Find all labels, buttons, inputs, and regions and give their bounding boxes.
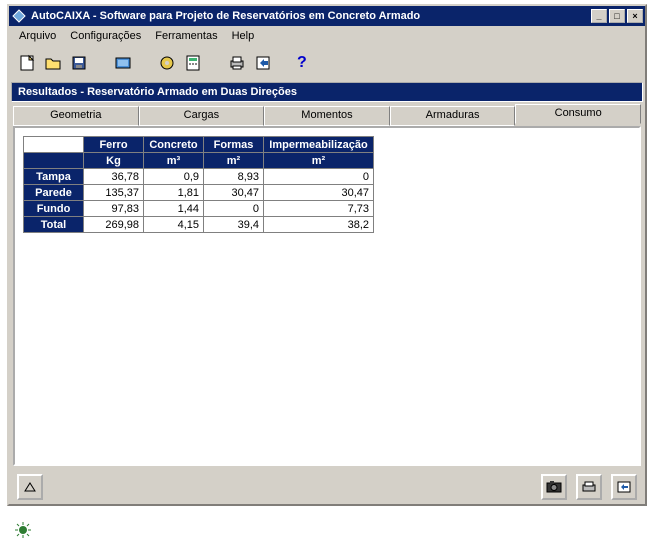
cell: 0 [204, 201, 264, 217]
unit-imperme: m² [264, 153, 374, 169]
cell: 0 [264, 169, 374, 185]
sun-status-icon [14, 521, 32, 539]
maximize-button[interactable]: □ [609, 9, 625, 23]
cell: 1,44 [144, 201, 204, 217]
row-fundo-label: Fundo [24, 201, 84, 217]
table-row: Total 269,98 4,15 39,4 38,2 [24, 217, 374, 233]
cell: 39,4 [204, 217, 264, 233]
calc-icon[interactable] [181, 51, 205, 75]
save-file-icon[interactable] [67, 51, 91, 75]
cell: 269,98 [84, 217, 144, 233]
cell: 30,47 [204, 185, 264, 201]
menu-configuracoes[interactable]: Configurações [64, 28, 147, 44]
results-header: Resultados - Reservatório Armado em Duas… [11, 82, 643, 102]
titlebar: AutoCAIXA - Software para Projeto de Res… [9, 6, 645, 26]
tab-momentos[interactable]: Momentos [264, 106, 390, 126]
camera-icon[interactable] [541, 474, 567, 500]
help-icon[interactable]: ? [297, 54, 307, 72]
open-file-icon[interactable] [41, 51, 65, 75]
cell: 4,15 [144, 217, 204, 233]
row-total-label: Total [24, 217, 84, 233]
cell: 97,83 [84, 201, 144, 217]
content-pane: Ferro Concreto Formas Impermeabilização … [13, 126, 641, 466]
tab-consumo[interactable]: Consumo [515, 104, 641, 124]
close-button[interactable]: × [627, 9, 643, 23]
unit-formas: m² [204, 153, 264, 169]
bottom-toolbar [9, 470, 645, 504]
row-tampa-label: Tampa [24, 169, 84, 185]
minimize-button[interactable]: _ [591, 9, 607, 23]
cell: 8,93 [204, 169, 264, 185]
cell: 7,73 [264, 201, 374, 217]
cell: 1,81 [144, 185, 204, 201]
up-triangle-button[interactable] [17, 474, 43, 500]
tab-cargas[interactable]: Cargas [139, 106, 265, 126]
project-icon[interactable] [111, 51, 135, 75]
table-row: Parede 135,37 1,81 30,47 30,47 [24, 185, 374, 201]
row-parede-label: Parede [24, 185, 84, 201]
col-formas: Formas [204, 137, 264, 153]
titlebar-text: AutoCAIXA - Software para Projeto de Res… [31, 10, 589, 22]
print-bottom-icon[interactable] [576, 474, 602, 500]
cell: 30,47 [264, 185, 374, 201]
tabstrip: Geometria Cargas Momentos Armaduras Cons… [13, 104, 641, 124]
menubar: Arquivo Configurações Ferramentas Help [9, 26, 645, 46]
col-ferro: Ferro [84, 137, 144, 153]
table-row: Fundo 97,83 1,44 0 7,73 [24, 201, 374, 217]
unit-ferro: Kg [84, 153, 144, 169]
consumo-table: Ferro Concreto Formas Impermeabilização … [23, 136, 374, 233]
table-row: Tampa 36,78 0,9 8,93 0 [24, 169, 374, 185]
col-concreto: Concreto [144, 137, 204, 153]
tab-armaduras[interactable]: Armaduras [390, 106, 516, 126]
export-bottom-icon[interactable] [611, 474, 637, 500]
unit-concreto: m³ [144, 153, 204, 169]
app-window: AutoCAIXA - Software para Projeto de Res… [7, 4, 647, 506]
cell: 135,37 [84, 185, 144, 201]
tab-geometria[interactable]: Geometria [13, 106, 139, 126]
cell: 36,78 [84, 169, 144, 185]
cell: 38,2 [264, 217, 374, 233]
table-corner [24, 137, 84, 153]
app-icon [11, 8, 27, 24]
menu-help[interactable]: Help [226, 28, 261, 44]
menu-arquivo[interactable]: Arquivo [13, 28, 62, 44]
gear-icon[interactable] [155, 51, 179, 75]
export-icon[interactable] [251, 51, 275, 75]
toolbar: ? [9, 46, 645, 80]
print-icon[interactable] [225, 51, 249, 75]
menu-ferramentas[interactable]: Ferramentas [149, 28, 223, 44]
cell: 0,9 [144, 169, 204, 185]
col-imperme: Impermeabilização [264, 137, 374, 153]
new-file-icon[interactable] [15, 51, 39, 75]
unit-blank [24, 153, 84, 169]
